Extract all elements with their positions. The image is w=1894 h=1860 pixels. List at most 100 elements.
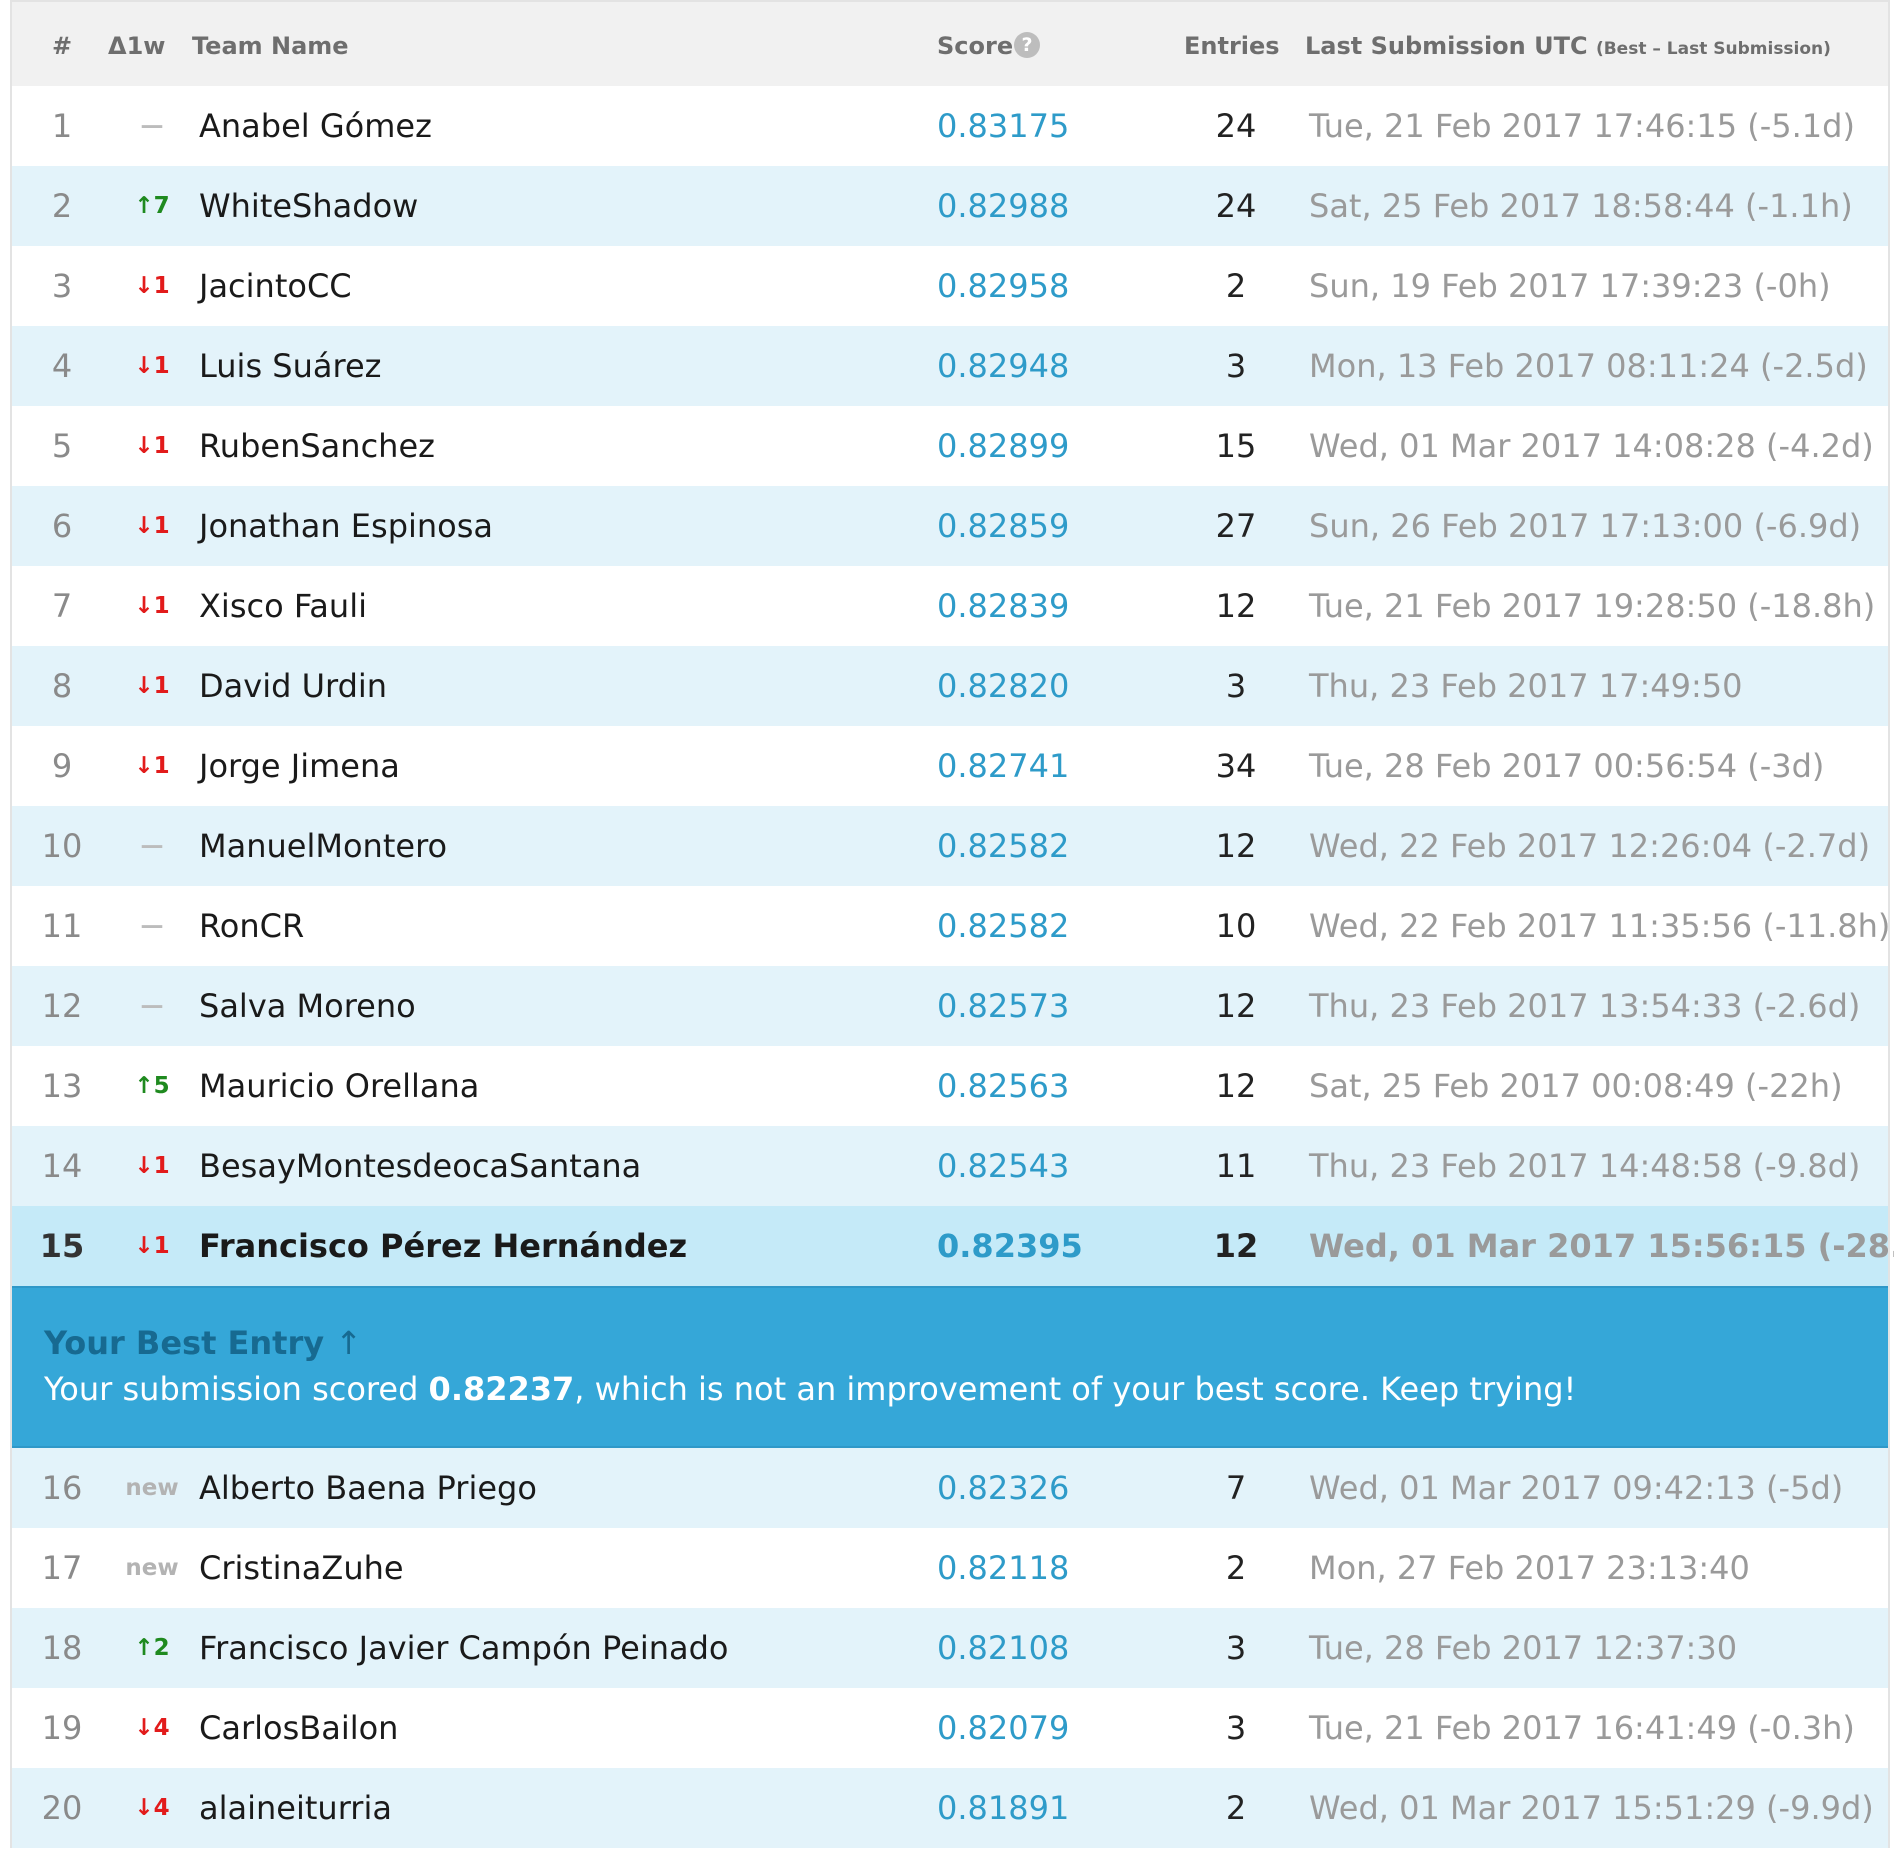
- row-delta: new: [125, 1475, 179, 1501]
- row-rank: 18: [41, 1629, 83, 1667]
- row-score[interactable]: 0.81891: [937, 1788, 1069, 1828]
- row-team-name[interactable]: RubenSanchez: [199, 426, 435, 466]
- row-team-name[interactable]: CarlosBailon: [199, 1708, 398, 1748]
- table-row: 11 — RonCR 0.82582 10 Wed, 22 Feb 2017 11:35:…: [12, 886, 1890, 966]
- row-team-name[interactable]: Anabel Gómez: [199, 106, 432, 146]
- table-row: 3 ↓1 JacintoCC 0.82958 2 Sun, 19 Feb 2017 17:…: [12, 246, 1888, 326]
- rows-bottom: 16 new Alberto Baena Priego 0.82326 7 Wed, 01…: [12, 1448, 1888, 1848]
- row-team-name[interactable]: BesayMontesdeocaSantana: [199, 1146, 641, 1186]
- row-score[interactable]: 0.82563: [937, 1066, 1069, 1106]
- row-score[interactable]: 0.82859: [937, 506, 1069, 546]
- row-score[interactable]: 0.82108: [937, 1628, 1069, 1668]
- best-entry-message: Your submission scored 0.82237, which is…: [44, 1370, 1576, 1408]
- row-team-name[interactable]: Alberto Baena Priego: [199, 1468, 537, 1508]
- best-entry-msg-after: , which is not an improvement of your be…: [574, 1370, 1577, 1408]
- row-rank: 17: [41, 1549, 83, 1587]
- table-row: 15 ↓1 Francisco Pérez Hernández 0.82395 12 We…: [12, 1206, 1894, 1286]
- best-entry-msg-before: Your submission scored: [44, 1370, 429, 1408]
- row-team-name[interactable]: David Urdin: [199, 666, 387, 706]
- table-row: 6 ↓1 Jonathan Espinosa 0.82859 27 Sun, 26 Feb…: [12, 486, 1888, 566]
- row-entries: 15: [1215, 427, 1257, 465]
- row-entries: 27: [1215, 507, 1257, 545]
- row-score[interactable]: 0.82582: [937, 906, 1069, 946]
- row-entries: 3: [1225, 1709, 1247, 1747]
- row-team-name[interactable]: RonCR: [199, 906, 304, 946]
- row-team-name[interactable]: Francisco Javier Campón Peinado: [199, 1628, 729, 1668]
- row-delta: ↓1: [134, 273, 170, 299]
- row-entries: 11: [1215, 1147, 1257, 1185]
- row-rank: 7: [51, 587, 73, 625]
- help-icon[interactable]: ?: [1014, 32, 1040, 58]
- row-delta: ↓1: [134, 593, 170, 619]
- row-score[interactable]: 0.82741: [937, 746, 1069, 786]
- row-score[interactable]: 0.82839: [937, 586, 1069, 626]
- row-team-name[interactable]: Salva Moreno: [199, 986, 416, 1026]
- table-row: 5 ↓1 RubenSanchez 0.82899 15 Wed, 01 Mar 2017…: [12, 406, 1888, 486]
- row-rank: 20: [41, 1789, 83, 1827]
- row-team-name[interactable]: JacintoCC: [199, 266, 352, 306]
- row-score[interactable]: 0.82948: [937, 346, 1069, 386]
- row-entries: 2: [1225, 1789, 1247, 1827]
- leaderboard: # Δ1w Team Name Score ? Entries Last Sub…: [10, 0, 1894, 1848]
- header-last-label: Last Submission UTC: [1305, 32, 1588, 60]
- row-score[interactable]: 0.82326: [937, 1468, 1069, 1508]
- row-entries: 3: [1225, 667, 1247, 705]
- row-entries: 3: [1225, 347, 1247, 385]
- row-entries: 2: [1225, 1549, 1247, 1587]
- row-score[interactable]: 0.82079: [937, 1708, 1069, 1748]
- row-delta: ↓1: [134, 1233, 170, 1259]
- row-score[interactable]: 0.82988: [937, 186, 1069, 226]
- row-score[interactable]: 0.82118: [937, 1548, 1069, 1588]
- row-team-name[interactable]: WhiteShadow: [199, 186, 418, 226]
- row-team-name[interactable]: ManuelMontero: [199, 826, 447, 866]
- header-rank: #: [52, 32, 73, 60]
- row-delta: ↓1: [134, 353, 170, 379]
- row-last-submission: Tue, 21 Feb 2017 17:46:15 (-5.1d): [1309, 107, 1855, 145]
- row-score[interactable]: 0.82543: [937, 1146, 1069, 1186]
- row-team-name[interactable]: Jorge Jimena: [199, 746, 400, 786]
- row-entries: 3: [1225, 1629, 1247, 1667]
- row-team-name[interactable]: alaineiturria: [199, 1788, 392, 1828]
- row-delta: ↓4: [134, 1715, 170, 1741]
- row-delta: ↓1: [134, 1153, 170, 1179]
- row-rank: 15: [39, 1227, 85, 1265]
- row-team-name[interactable]: CristinaZuhe: [199, 1548, 404, 1588]
- row-score[interactable]: 0.82899: [937, 426, 1069, 466]
- row-score[interactable]: 0.82573: [937, 986, 1069, 1026]
- row-team-name[interactable]: Jonathan Espinosa: [199, 506, 493, 546]
- row-score[interactable]: 0.82582: [937, 826, 1069, 866]
- row-last-submission: Sun, 26 Feb 2017 17:13:00 (-6.9d): [1309, 507, 1862, 545]
- row-last-submission: Wed, 01 Mar 2017 15:51:29 (-9.9d): [1309, 1789, 1874, 1827]
- table-row: 1 — Anabel Gómez 0.83175 24 Tue, 21 Feb 2017 …: [12, 86, 1888, 166]
- arrow-up-icon: ↑: [335, 1324, 363, 1362]
- row-entries: 12: [1215, 587, 1257, 625]
- row-team-name[interactable]: Francisco Pérez Hernández: [199, 1226, 687, 1266]
- row-rank: 8: [51, 667, 73, 705]
- row-entries: 7: [1225, 1469, 1247, 1507]
- header-last-sublabel: (Best – Last Submission): [1595, 39, 1831, 59]
- table-row: 20 ↓4 alaineiturria 0.81891 2 Wed, 01 Mar 201…: [12, 1768, 1888, 1848]
- row-rank: 13: [41, 1067, 83, 1105]
- row-last-submission: Mon, 27 Feb 2017 23:13:40: [1309, 1549, 1750, 1587]
- row-last-submission: Sat, 25 Feb 2017 00:08:49 (-22h): [1309, 1067, 1843, 1105]
- row-entries: 34: [1215, 747, 1257, 785]
- row-team-name[interactable]: Xisco Fauli: [199, 586, 367, 626]
- row-score[interactable]: 0.82820: [937, 666, 1069, 706]
- row-entries: 12: [1215, 987, 1257, 1025]
- table-row: 17 new CristinaZuhe 0.82118 2 Mon, 27 Feb 201…: [12, 1528, 1888, 1608]
- row-last-submission: Mon, 13 Feb 2017 08:11:24 (-2.5d): [1309, 347, 1868, 385]
- row-delta: ↑7: [134, 193, 170, 219]
- rows-top: 1— Anabel Gómez 0.83175 24 Tue, 21 Feb 2017 …: [12, 86, 1894, 1286]
- table-row: 16 new Alberto Baena Priego 0.82326 7 Wed, 01…: [12, 1448, 1888, 1528]
- row-delta: ↓1: [134, 433, 170, 459]
- row-rank: 6: [51, 507, 73, 545]
- header-last-submission: Last Submission UTC (Best – Last Submiss…: [1305, 32, 1831, 60]
- row-score[interactable]: 0.82958: [937, 266, 1069, 306]
- row-score[interactable]: 0.83175: [937, 106, 1069, 146]
- row-team-name[interactable]: Luis Suárez: [199, 346, 381, 386]
- row-delta: ↓1: [134, 753, 170, 779]
- row-score[interactable]: 0.82395: [937, 1226, 1083, 1266]
- row-last-submission: Wed, 01 Mar 2017 09:42:13 (-5d): [1309, 1469, 1844, 1507]
- row-rank: 9: [51, 747, 73, 785]
- row-team-name[interactable]: Mauricio Orellana: [199, 1066, 479, 1106]
